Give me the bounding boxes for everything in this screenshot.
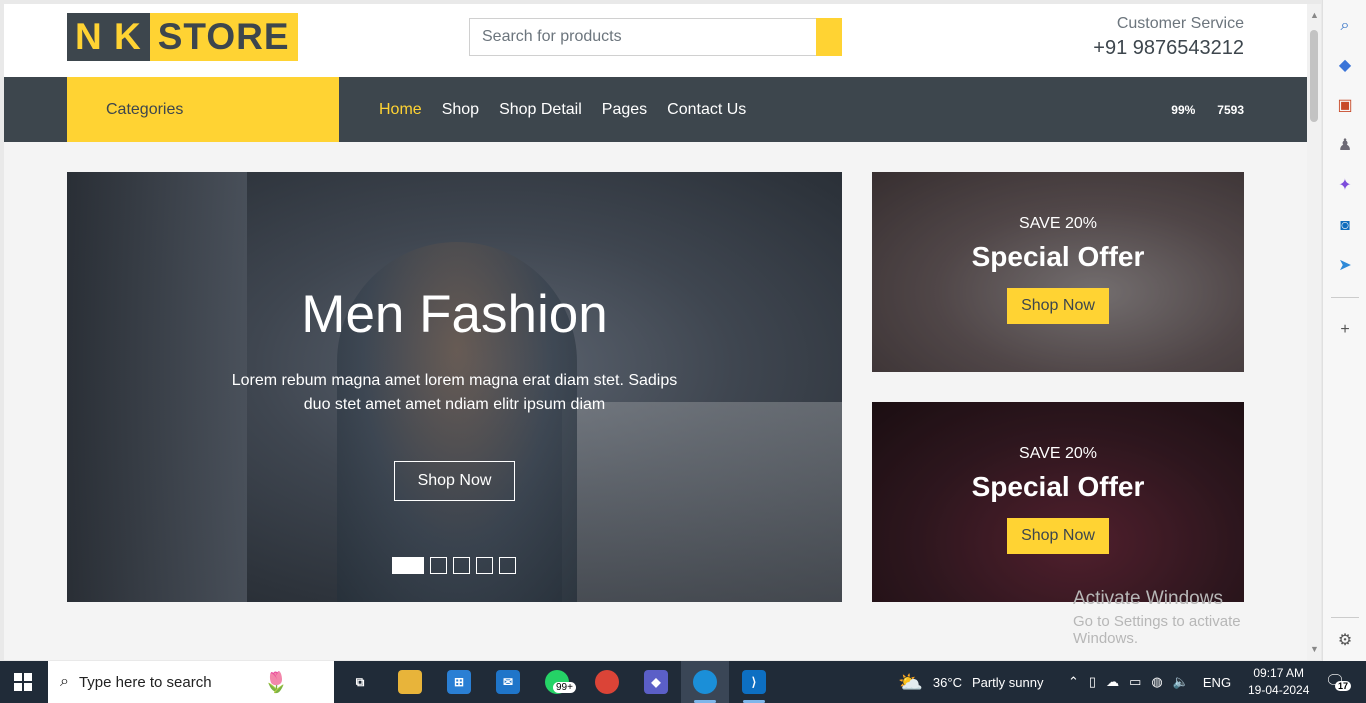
customer-service-phone: +91 9876543212 [1093, 37, 1244, 59]
customer-service-title: Customer Service [1116, 15, 1244, 32]
file-explorer-icon[interactable] [398, 670, 422, 694]
vscode-icon[interactable]: ⟩ [742, 670, 766, 694]
carousel-dot[interactable] [476, 557, 493, 574]
offer-card-cosmetic: SAVE 20% Special Offer Shop Now [872, 402, 1244, 602]
hero-shop-now-button[interactable]: Shop Now [393, 461, 516, 501]
tray-device-icon[interactable]: ▯ [1089, 674, 1096, 690]
store-logo[interactable]: N K STORE [67, 13, 298, 61]
plus-icon[interactable]: + [1335, 320, 1355, 340]
edge-icon[interactable] [693, 670, 717, 694]
notification-icon[interactable]: 🗨 17 [1325, 671, 1352, 691]
chess-icon[interactable]: ♟ [1335, 136, 1355, 156]
taskbar-search-text: Type here to search [78, 673, 212, 691]
nav-stats: 99% 7593 [1149, 77, 1244, 142]
search-button[interactable] [816, 18, 842, 56]
flowers-icon: 🌷 [263, 671, 289, 694]
globe-icon[interactable]: ◍ [1151, 674, 1162, 690]
tag-icon[interactable]: ◆ [1335, 56, 1355, 76]
notification-count: 17 [1335, 681, 1352, 691]
weather-condition: Partly sunny [971, 674, 1044, 690]
cloud-icon[interactable]: ☁ [1106, 674, 1119, 690]
offer-save-text: SAVE 20% [1019, 215, 1097, 232]
nav-shop[interactable]: Shop [442, 101, 479, 119]
system-tray: ⌃ ▯ ☁ ▭ ◍ 🔈 ENG [1068, 661, 1231, 703]
nav-home[interactable]: Home [379, 101, 422, 119]
hero-description: Lorem rebum magna amet lorem magna erat … [231, 372, 678, 413]
navbar: Categories Home Shop Shop Detail Pages C… [4, 77, 1307, 142]
top-bar: N K STORE Customer Service +91 987654321… [4, 4, 1307, 77]
logo-part-store: STORE [149, 13, 298, 61]
search-icon[interactable]: ⌕ [1335, 16, 1355, 36]
nav-contact-us[interactable]: Contact Us [667, 101, 746, 119]
offer-heading: Special Offer [971, 471, 1145, 502]
customer-service: Customer Service +91 9876543212 [1093, 15, 1244, 60]
language-indicator[interactable]: ENG [1203, 675, 1231, 690]
mail-icon[interactable]: ✉ [496, 670, 520, 694]
paper-plane-icon[interactable]: ➤ [1335, 256, 1355, 276]
categories-button[interactable]: Categories [67, 77, 339, 142]
activate-windows-watermark: Activate Windows Go to Settings to activ… [1073, 588, 1307, 647]
carousel-dot[interactable] [499, 557, 516, 574]
watermark-line2: Go to Settings to activate Windows. [1073, 613, 1241, 647]
windows-taskbar: ⌕ Type here to search 🌷 ⧉ ⊞ ✉ 99+ ◆ ⟩ ⛅ … [0, 661, 1366, 703]
microsoft-store-icon[interactable]: ⊞ [447, 670, 471, 694]
page-scrollbar[interactable]: ▲ ▼ [1307, 4, 1321, 660]
copilot-icon[interactable]: ✦ [1335, 176, 1355, 196]
chevron-up-icon[interactable]: ⌃ [1068, 674, 1079, 690]
offer-shop-now-button[interactable]: Shop Now [1007, 518, 1109, 554]
scroll-up-arrow-icon[interactable]: ▲ [1310, 10, 1319, 20]
offer-heading: Special Offer [971, 241, 1145, 272]
scroll-thumb[interactable] [1310, 30, 1318, 122]
clock-date: 19-04-2024 [1248, 683, 1310, 697]
magnifier-icon: ⌕ [60, 673, 69, 690]
weather-widget[interactable]: ⛅ 36°C Partly sunny [898, 661, 1044, 703]
stat-percent[interactable]: 99% [1171, 103, 1195, 117]
search-input[interactable] [469, 18, 816, 56]
hero-carousel[interactable]: Men Fashion Lorem rebum magna amet lorem… [67, 172, 842, 602]
hero-title: Men Fashion [301, 285, 608, 344]
clock-time: 09:17 AM [1253, 666, 1305, 680]
carousel-dot[interactable] [453, 557, 470, 574]
nav-links: Home Shop Shop Detail Pages Contact Us [379, 77, 766, 142]
whatsapp-badge: 99+ [553, 682, 576, 693]
hero-caption: Men Fashion Lorem rebum magna amet lorem… [67, 284, 842, 501]
outlook-icon[interactable]: ◙ [1335, 216, 1355, 236]
search-bar [469, 18, 842, 56]
browser-sidebar: ⌕ ◆ ▣ ♟ ✦ ◙ ➤ + ⚙ [1322, 0, 1366, 661]
scroll-down-arrow-icon[interactable]: ▼ [1310, 644, 1319, 654]
volume-icon[interactable]: 🔈 [1173, 674, 1189, 690]
nav-pages[interactable]: Pages [602, 101, 647, 119]
windows-start-icon[interactable] [14, 673, 32, 691]
settings-icon[interactable]: ⚙ [1335, 631, 1355, 651]
nav-shop-detail[interactable]: Shop Detail [499, 101, 582, 119]
taskbar-clock[interactable]: 09:17 AM 19-04-2024 [1248, 665, 1309, 699]
weather-temp: 36°C [932, 674, 962, 690]
chrome-icon[interactable] [595, 670, 619, 694]
offer-save-text: SAVE 20% [1019, 445, 1097, 462]
logo-part-nk: N K [67, 13, 150, 61]
carousel-indicators [392, 557, 522, 574]
webpage: N K STORE Customer Service +91 987654321… [4, 4, 1307, 660]
copilot-app-icon[interactable]: ◆ [644, 670, 668, 694]
offer-card-jewelry: SAVE 20% Special Offer Shop Now [872, 172, 1244, 372]
carousel-dot[interactable] [392, 557, 424, 574]
watermark-line1: Activate Windows [1073, 588, 1223, 609]
offer-shop-now-button[interactable]: Shop Now [1007, 288, 1109, 324]
carousel-dot[interactable] [430, 557, 447, 574]
task-view-icon[interactable]: ⧉ [348, 670, 372, 694]
toolbox-icon[interactable]: ▣ [1335, 96, 1355, 116]
partly-sunny-icon: ⛅ [898, 671, 923, 694]
stat-count[interactable]: 7593 [1217, 103, 1244, 117]
taskbar-search-box[interactable]: ⌕ Type here to search 🌷 [48, 661, 334, 703]
battery-icon[interactable]: ▭ [1129, 674, 1141, 690]
